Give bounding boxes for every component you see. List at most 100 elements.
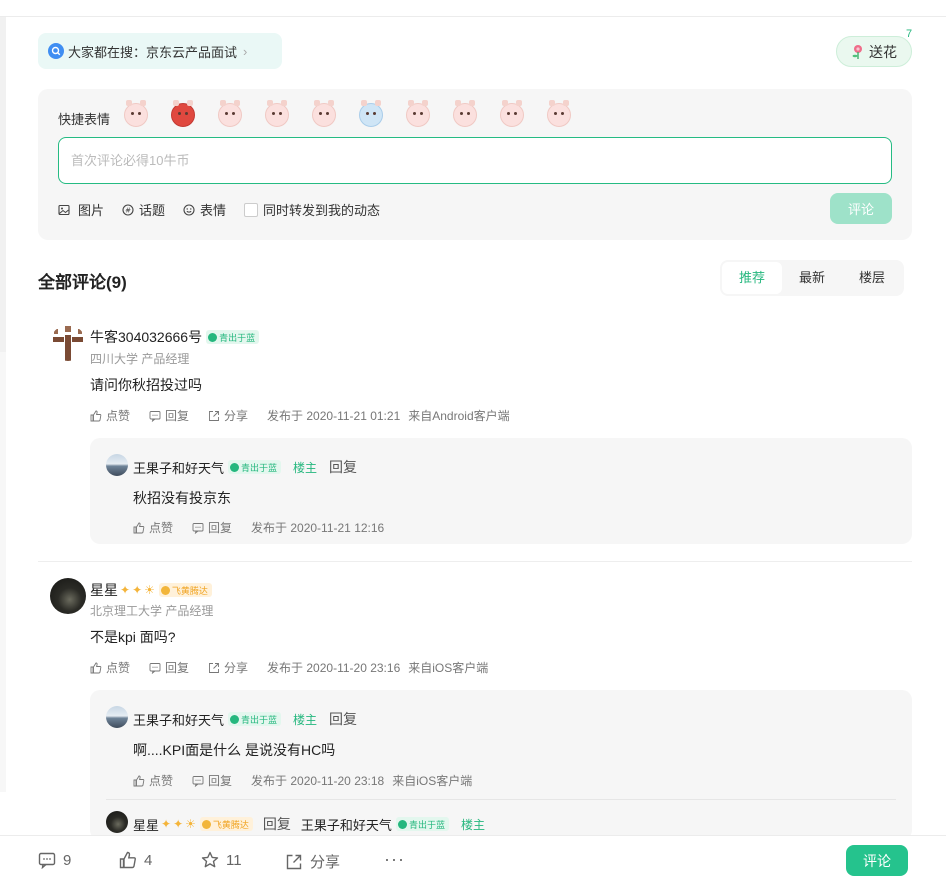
comment-button[interactable]: 评论 — [846, 845, 908, 876]
like-label: 点赞 — [106, 409, 131, 423]
cow-emoji-icon[interactable] — [218, 100, 242, 127]
avatar[interactable] — [106, 706, 128, 728]
cow-emoji-icon[interactable] — [500, 100, 524, 127]
comment-source: 来自iOS客户端 — [408, 661, 489, 675]
forward-checkbox[interactable] — [244, 202, 259, 217]
reply-source: 来自iOS客户端 — [392, 774, 473, 788]
reply-author-name[interactable]: 王果子和好天气 — [133, 710, 224, 729]
share-button[interactable]: 分享 — [285, 851, 340, 872]
level-badge: 青出于蓝 — [395, 817, 449, 831]
comment-meta: 点赞 回复 分享 发布于 2020-11-21 01:21 来自Android客… — [90, 407, 510, 424]
reply-link[interactable]: 回复 — [329, 709, 357, 729]
emoji-tool-label: 表情 — [200, 203, 227, 218]
hot-search-banner[interactable]: 大家都在搜： 京东云产品面试 › — [38, 33, 282, 69]
avatar[interactable] — [50, 578, 86, 614]
cow-emoji-icon[interactable] — [312, 100, 336, 127]
reply-author-name[interactable]: 王果子和好天气 — [133, 458, 224, 477]
level-badge-text: 飞黄腾达 — [171, 585, 208, 596]
cow-emoji-icon[interactable] — [265, 100, 289, 127]
reply-meta: 点赞 回复 发布于 2020-11-21 12:16 — [133, 519, 392, 536]
emoji-tool[interactable]: 表情 — [183, 200, 226, 219]
reply-button[interactable]: 回复 — [192, 519, 232, 536]
level-badge: 飞黄腾达 — [199, 817, 253, 831]
reply-target-name[interactable]: 王果子和好天气 — [301, 815, 392, 834]
level-icon — [230, 462, 240, 472]
topic-icon: # — [122, 203, 134, 216]
share-button[interactable]: 分享 — [208, 659, 248, 676]
more-options-icon[interactable]: ··· — [384, 849, 405, 870]
reply-link[interactable]: 回复 — [329, 457, 357, 477]
avatar[interactable] — [50, 325, 86, 361]
cow-emoji-icon[interactable] — [453, 100, 477, 127]
quick-emoji-label: 快捷表情 — [58, 112, 111, 127]
like-count-button[interactable]: 4 — [119, 851, 152, 869]
level-badge: 飞黄腾达 — [158, 583, 212, 597]
send-flower-label: 送花 — [869, 43, 897, 60]
topic-tool[interactable]: # 话题 — [122, 200, 165, 219]
like-label: 点赞 — [149, 521, 174, 535]
like-button[interactable]: 点赞 — [133, 772, 173, 789]
like-button[interactable]: 点赞 — [90, 407, 130, 424]
cow-emoji-icon[interactable] — [406, 100, 430, 127]
send-flower-button[interactable]: 送花 — [836, 36, 912, 67]
comment-composer: 快捷表情 图片 # 话题 表情 同时转发到我的动态 评论 — [38, 89, 912, 240]
comment-icon — [192, 522, 204, 534]
sparkle-icon: ✦ — [120, 583, 131, 597]
level-icon — [208, 332, 218, 342]
flower-count: 7 — [906, 28, 913, 40]
crying-cow-emoji-icon[interactable] — [359, 100, 383, 127]
reply-author-name[interactable]: 星星 — [133, 815, 159, 834]
favorite-button[interactable]: 11 — [201, 851, 242, 869]
avatar[interactable] — [106, 454, 128, 476]
owner-tag: 楼主 — [293, 460, 318, 475]
like-button[interactable]: 点赞 — [90, 659, 130, 676]
comment-input[interactable] — [58, 137, 892, 184]
angry-cow-emoji-icon[interactable] — [171, 100, 195, 127]
forward-option[interactable]: 同时转发到我的动态 — [244, 200, 380, 219]
comment-icon — [149, 410, 161, 422]
comment-text: 不是kpi 面吗? — [90, 629, 176, 645]
reply-button[interactable]: 回复 — [149, 659, 189, 676]
image-tool[interactable]: 图片 — [58, 200, 104, 219]
thumbs-up-icon — [133, 522, 145, 533]
reply-text: 秋招没有投京东 — [133, 490, 231, 506]
sort-tabs: 推荐 最新 楼层 — [720, 260, 904, 296]
like-count: 4 — [144, 851, 153, 869]
left-scroll-edge — [0, 17, 6, 352]
smile-icon — [183, 203, 195, 216]
like-button[interactable]: 点赞 — [133, 519, 173, 536]
thumbs-up-icon — [90, 662, 102, 673]
svg-text:#: # — [125, 206, 131, 214]
reply-divider — [106, 799, 896, 800]
tab-recommended[interactable]: 推荐 — [722, 262, 782, 294]
share-icon — [209, 410, 219, 421]
sun-icon: ☀ — [185, 817, 196, 831]
reply-link: 回复 — [262, 816, 291, 832]
submit-comment-button[interactable]: 评论 — [830, 193, 892, 224]
avatar[interactable] — [106, 811, 128, 833]
hot-search-keyword[interactable]: 京东云产品面试 — [146, 42, 237, 61]
forward-label: 同时转发到我的动态 — [263, 203, 381, 218]
comment-icon — [149, 662, 161, 674]
comments-count-button[interactable]: 9 — [38, 851, 71, 869]
tab-latest[interactable]: 最新 — [782, 262, 842, 294]
comment-divider — [38, 561, 912, 562]
share-icon — [286, 854, 302, 869]
reply-time: 发布于 2020-11-21 12:16 — [251, 521, 385, 535]
comment-author-name[interactable]: 星星 — [90, 580, 118, 600]
share-label: 分享 — [310, 854, 341, 871]
level-badge-text: 青出于蓝 — [241, 462, 278, 473]
reply-button[interactable]: 回复 — [149, 407, 189, 424]
level-badge: 青出于蓝 — [228, 460, 282, 474]
comment-author[interactable]: 星星 ✦ ✦ ☀ 飞黄腾达 — [90, 580, 212, 600]
quick-emoji-row — [124, 100, 571, 127]
reply-button[interactable]: 回复 — [192, 772, 232, 789]
comment-author-name[interactable]: 牛客304032666号 — [90, 327, 202, 347]
tab-floor[interactable]: 楼层 — [842, 262, 902, 294]
cow-emoji-icon[interactable] — [547, 100, 571, 127]
comments-count: 9 — [63, 851, 72, 869]
share-button[interactable]: 分享 — [208, 407, 248, 424]
reply-author: 星星 ✦ ✦ ☀ 飞黄腾达 回复 王果子和好天气 青出于蓝 楼主 — [133, 814, 485, 834]
comment-author[interactable]: 牛客304032666号 青出于蓝 — [90, 327, 260, 347]
cow-emoji-icon[interactable] — [124, 100, 148, 127]
